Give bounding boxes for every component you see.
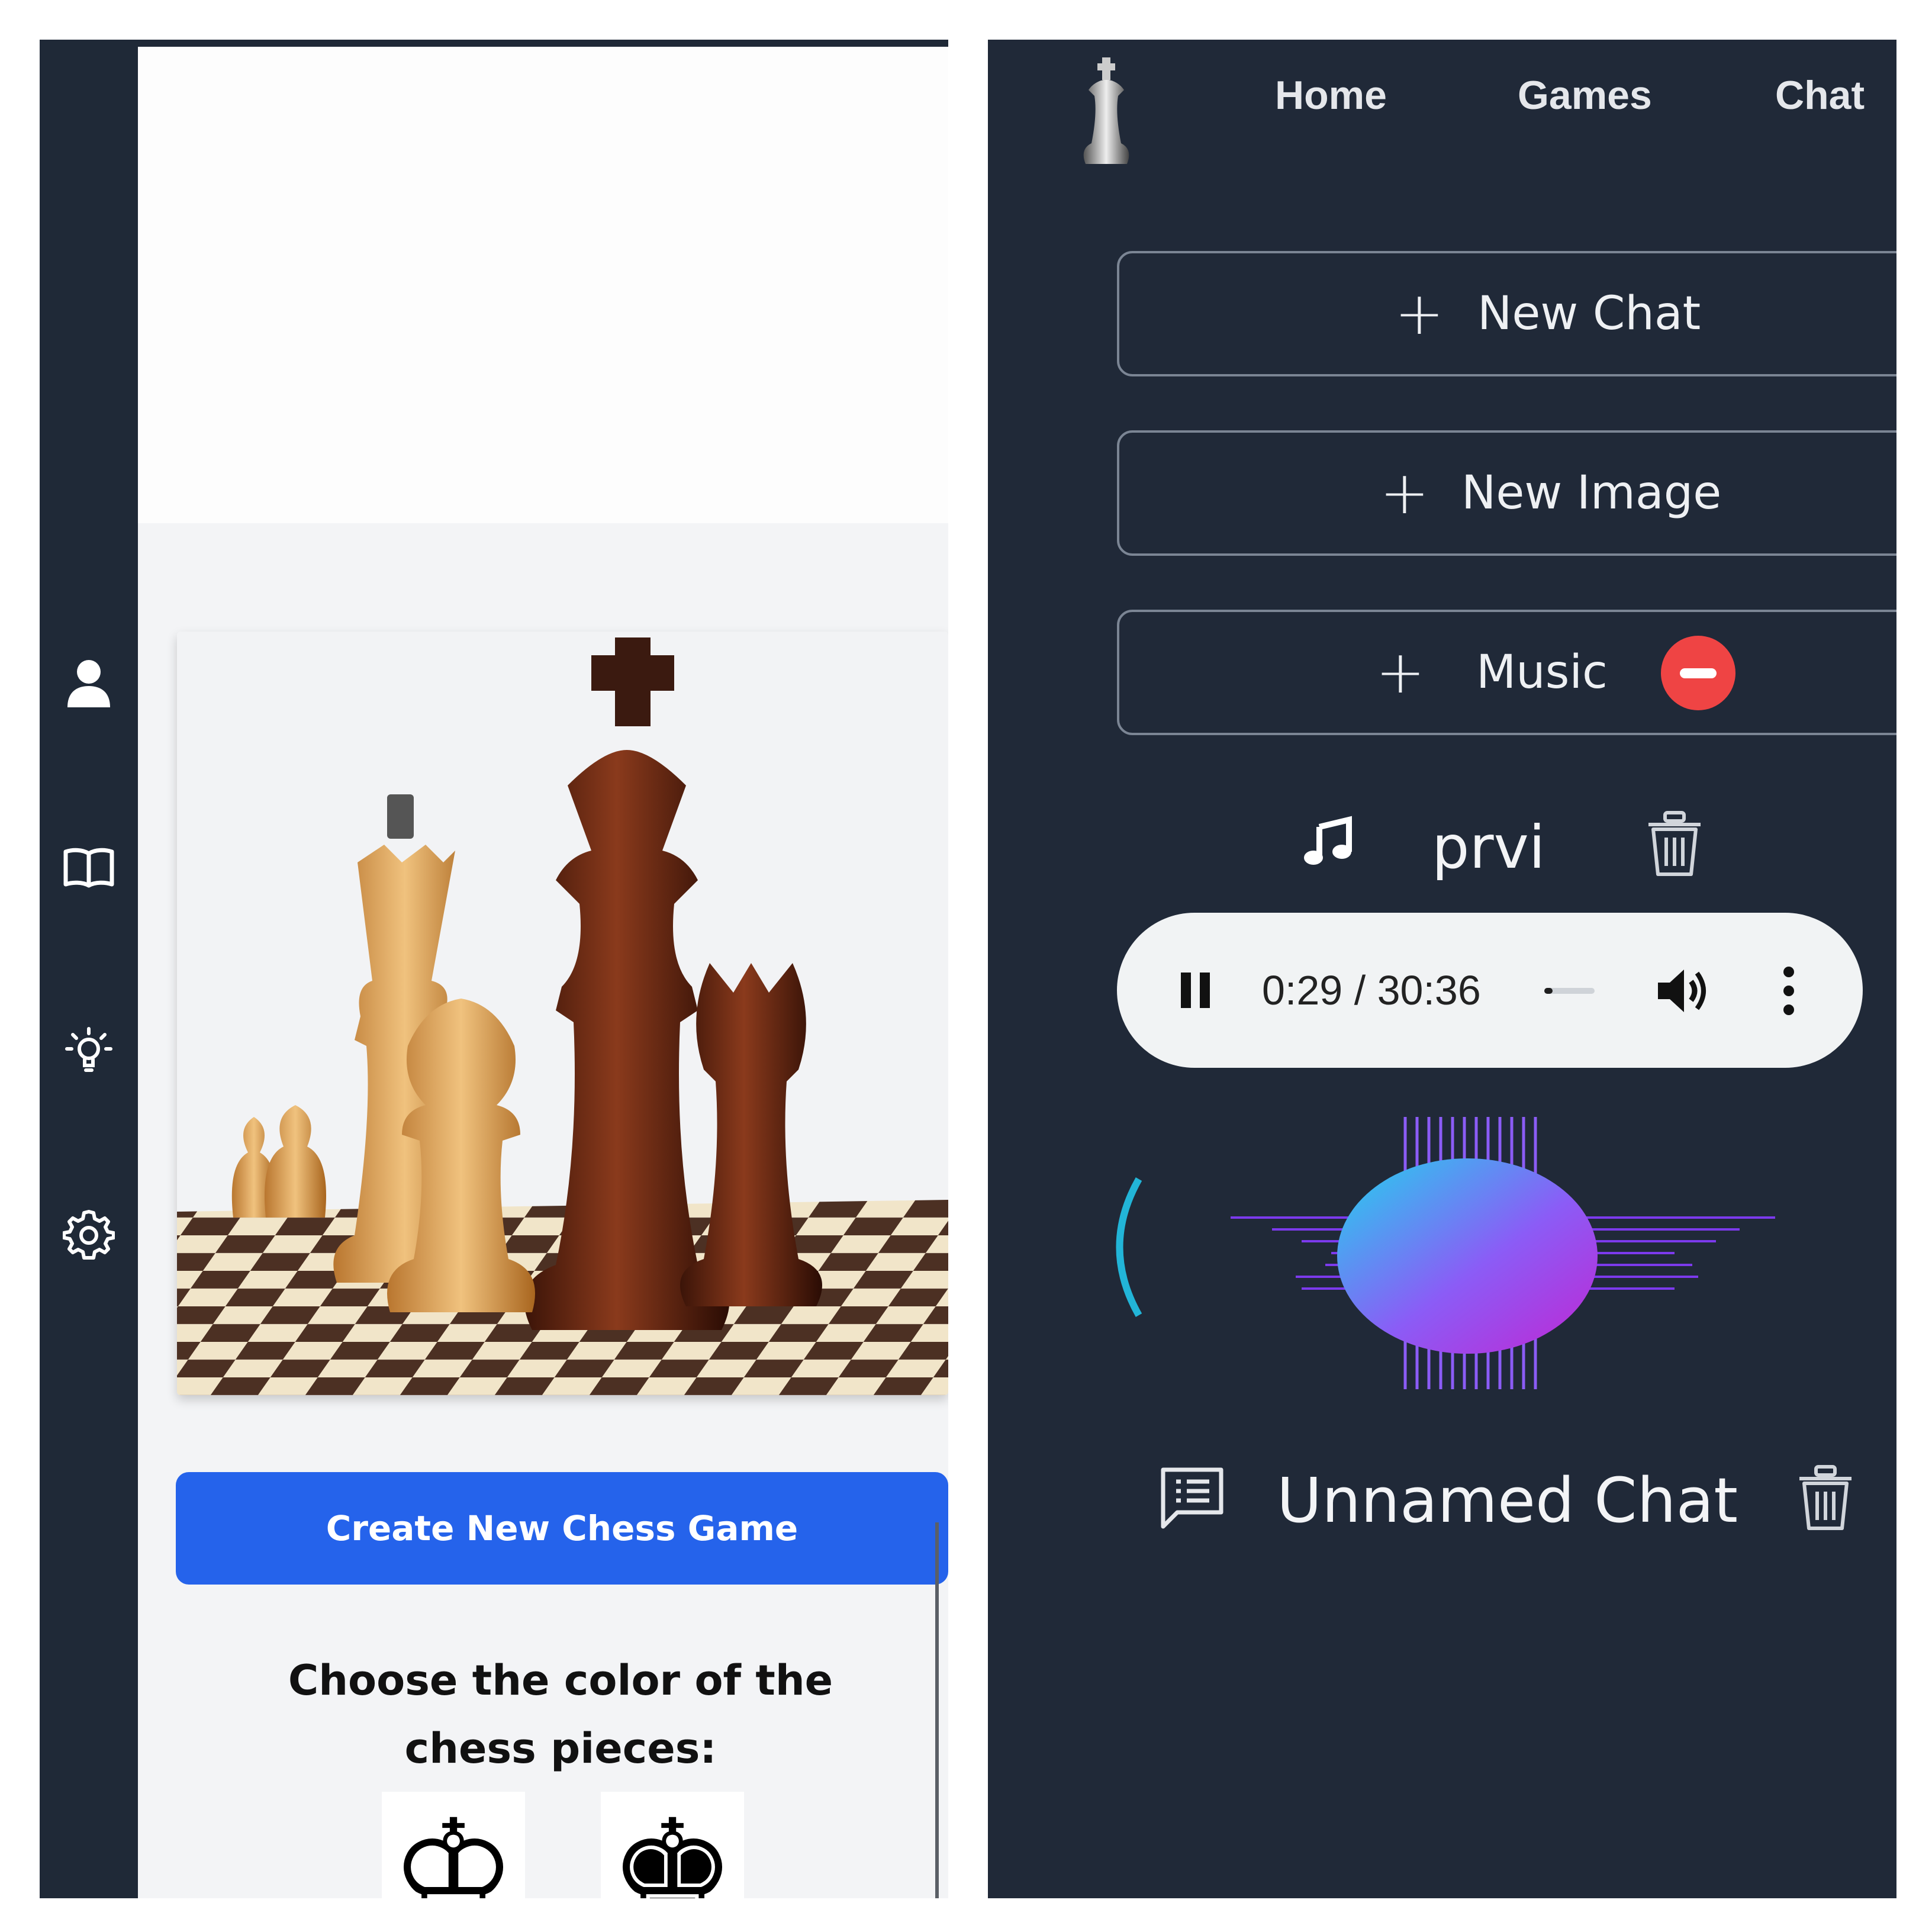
plus-icon: + [1395,279,1444,348]
black-king-icon: ♚ [608,1792,736,1898]
music-label: Music [1476,646,1608,699]
user-icon[interactable] [49,643,129,724]
chat-title: Unnamed Chat [1277,1464,1738,1537]
book-icon[interactable] [49,827,129,907]
settings-icon[interactable] [49,1194,129,1274]
chat-list-item[interactable]: Unnamed Chat [988,1448,1896,1555]
create-chess-game-button[interactable]: Create New Chess Game [176,1472,948,1585]
plus-icon: + [1376,637,1425,707]
trash-icon[interactable] [1645,809,1704,880]
nav-home-link[interactable]: Home [1275,72,1387,118]
lightbulb-icon[interactable] [49,1010,129,1091]
divider [935,1522,939,1898]
remove-icon[interactable] [1661,636,1735,710]
chess-game-panel: Create New Chess Game Choose the color o… [40,40,948,1898]
black-king-option[interactable]: ♚ [601,1792,744,1898]
white-king-icon: ♔ [389,1792,517,1898]
volume-icon[interactable] [1656,966,1709,1016]
white-king-option[interactable]: ♔ [382,1792,525,1898]
left-sidebar [40,40,138,1898]
chess-king-logo[interactable] [1074,54,1139,167]
music-track-title: prvi [1432,813,1545,882]
chat-sidebar-panel: Home Games Chat + New Chat + New Image +… [988,40,1896,1898]
blank-area [138,47,948,523]
chess-pieces-image [177,632,948,1395]
progress-slider[interactable] [1544,988,1595,994]
new-chat-label: New Chat [1477,287,1701,340]
pause-icon[interactable] [1179,971,1212,1010]
audio-visualizer [1077,1093,1896,1413]
trash-icon[interactable] [1796,1463,1855,1534]
music-note-icon [1302,815,1355,868]
music-button[interactable]: + Music [1117,610,1896,735]
new-image-label: New Image [1461,466,1722,520]
new-chat-button[interactable]: + New Chat [1117,251,1896,376]
more-options-icon[interactable] [1780,966,1798,1016]
top-bar [138,40,948,47]
nav-chat-link[interactable]: Chat [1775,72,1865,118]
new-image-button[interactable]: + New Image [1117,430,1896,556]
chat-list-icon [1160,1466,1225,1531]
nav-games-link[interactable]: Games [1518,72,1652,118]
choose-color-heading: Choose the color of the chess pieces: [288,1656,833,1773]
plus-icon: + [1380,458,1429,527]
playback-time: 0:29 / 30:36 [1262,967,1481,1013]
audio-player: 0:29 / 30:36 [1117,913,1863,1068]
progress-fill [1544,988,1553,994]
music-track-item[interactable]: prvi [988,803,1896,892]
